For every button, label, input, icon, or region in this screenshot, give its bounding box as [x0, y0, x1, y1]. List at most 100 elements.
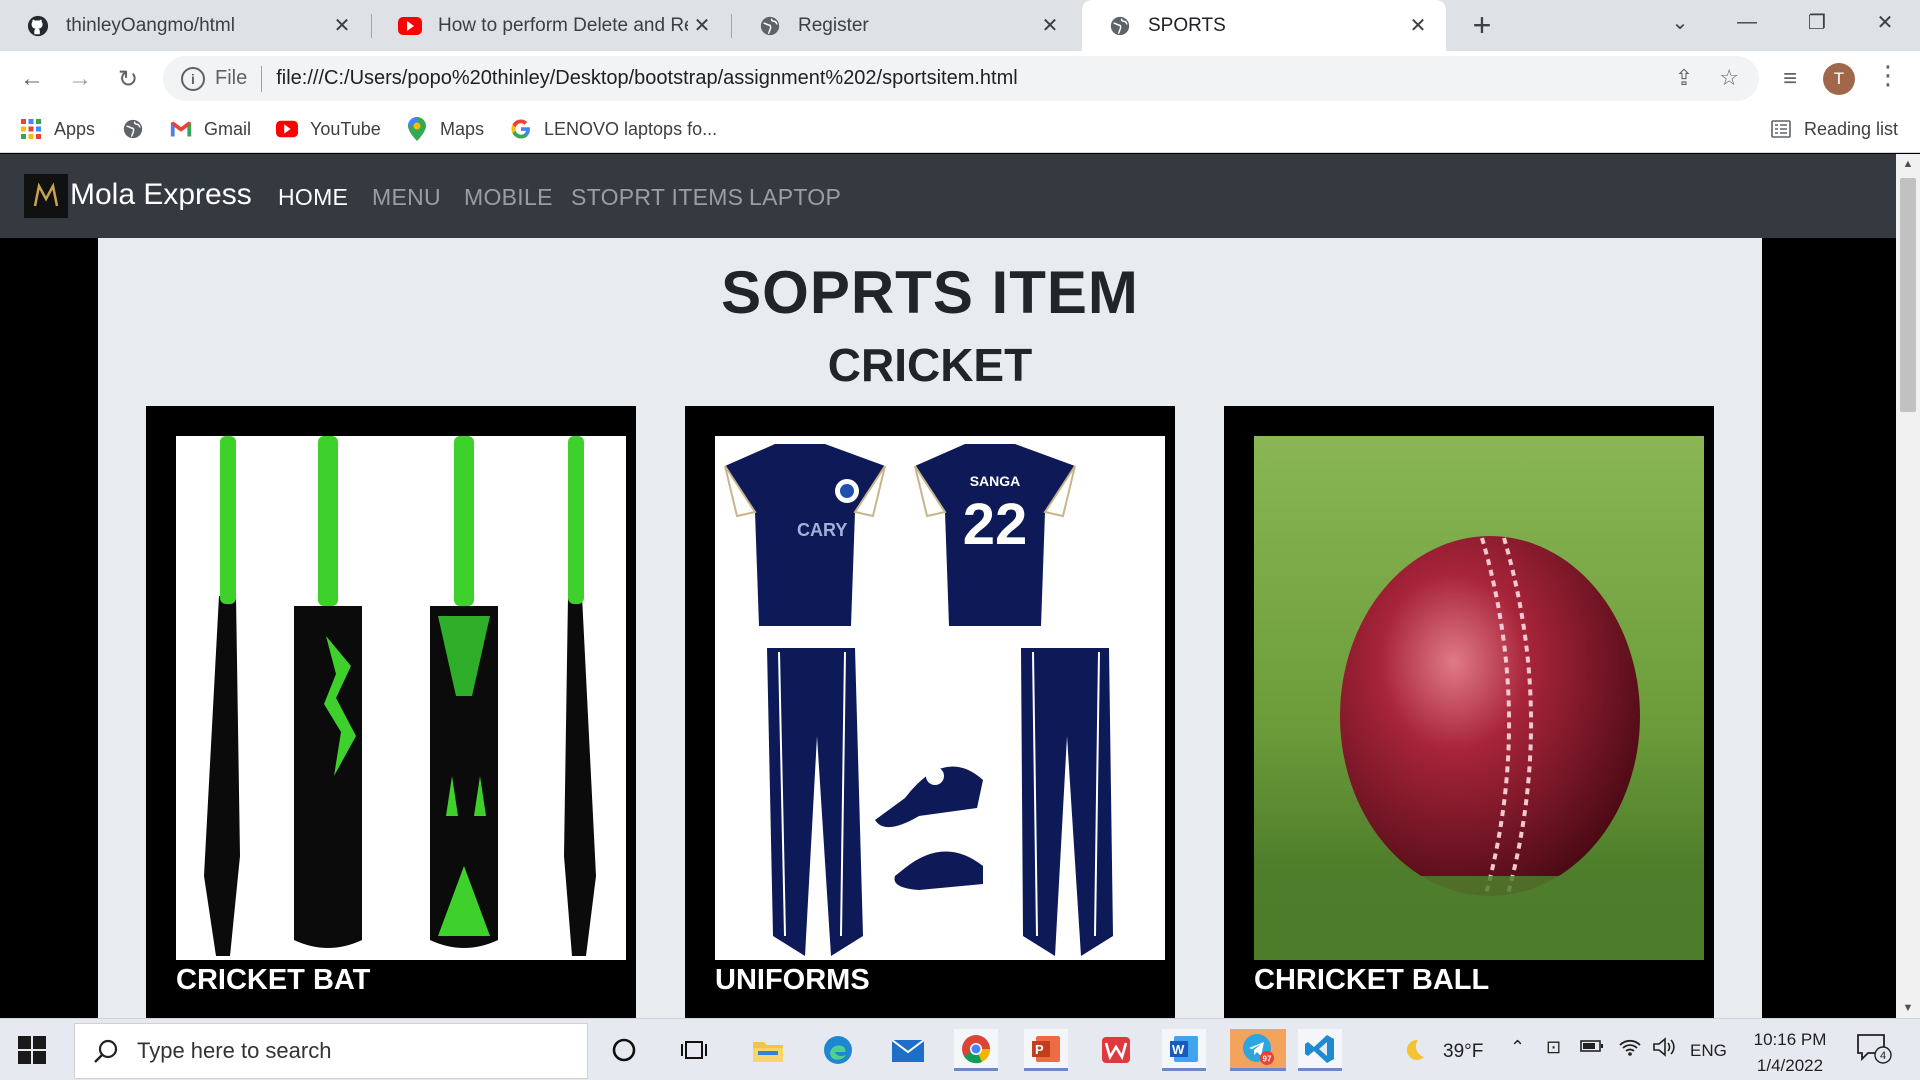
- apps-grid-icon: [20, 118, 42, 140]
- powerpoint-icon[interactable]: P: [1024, 1029, 1068, 1071]
- nav-home[interactable]: HOME: [278, 184, 348, 211]
- scroll-up-arrow-icon[interactable]: ▲: [1896, 154, 1920, 174]
- close-window-button[interactable]: ✕: [1850, 0, 1920, 44]
- tab-strip: thinleyOangmo/html ✕ How to perform Dele…: [0, 0, 1920, 51]
- content-jumbotron: SOPRTS ITEM CRICKET CRICKET BAT CARY SAN…: [98, 238, 1762, 1018]
- nav-menu[interactable]: MENU: [372, 184, 441, 211]
- bookmark-label: YouTube: [310, 118, 381, 139]
- bookmark-lenovo[interactable]: LENOVO laptops fo...: [510, 115, 717, 143]
- new-tab-button[interactable]: +: [1464, 7, 1500, 43]
- tab-title: How to perform Delete and Rem: [438, 14, 688, 36]
- bookmark-gmail[interactable]: Gmail: [170, 115, 251, 143]
- bookmarks-bar: Apps Gmail YouTube Maps LENOVO laptops f…: [0, 105, 1920, 153]
- volume-icon[interactable]: [1652, 1037, 1676, 1062]
- reading-list-label: Reading list: [1804, 118, 1899, 139]
- edge-icon[interactable]: [816, 1029, 860, 1071]
- nav-laptop[interactable]: LAPTOP: [749, 184, 841, 211]
- chrome-icon[interactable]: [954, 1029, 998, 1071]
- jersey-name: SANGA: [970, 473, 1021, 489]
- scroll-thumb[interactable]: [1900, 178, 1916, 412]
- address-bar[interactable]: i File file:///C:/Users/popo%20thinley/D…: [163, 56, 1759, 101]
- notifications-icon[interactable]: 4: [1856, 1033, 1892, 1070]
- bookmark-label: Gmail: [204, 118, 252, 139]
- battery-icon[interactable]: [1580, 1037, 1604, 1058]
- tab-register[interactable]: Register ✕: [732, 0, 1078, 51]
- weather-temperature[interactable]: 39°F: [1443, 1041, 1483, 1063]
- windows-start-icon[interactable]: [18, 1036, 46, 1064]
- card-caption: CRICKET BAT: [176, 964, 371, 996]
- bookmark-label: Maps: [440, 118, 485, 139]
- url-text[interactable]: file:///C:/Users/popo%20thinley/Desktop/…: [276, 67, 1017, 90]
- globe-icon: [1108, 14, 1132, 38]
- minimize-button[interactable]: —: [1712, 0, 1782, 44]
- file-explorer-icon[interactable]: [746, 1029, 790, 1071]
- bookmark-label: LENOVO laptops fo...: [544, 118, 718, 139]
- page-viewport: Mola Express HOME MENU MOBILE STOPRT ITE…: [0, 154, 1896, 1018]
- page-scrollbar[interactable]: ▲ ▼: [1896, 154, 1920, 1018]
- tab-title: thinleyOangmo/html: [66, 14, 235, 36]
- tab-title: Register: [798, 14, 869, 36]
- bookmark-globe[interactable]: [122, 115, 156, 143]
- tab-github[interactable]: thinleyOangmo/html ✕: [0, 0, 370, 51]
- browser-toolbar: ← → ↻ i File file:///C:/Users/popo%20thi…: [0, 51, 1920, 105]
- svg-text:W: W: [1172, 1042, 1185, 1057]
- close-icon[interactable]: ✕: [1036, 12, 1064, 40]
- nav-mobile[interactable]: MOBILE: [464, 184, 553, 211]
- reading-list[interactable]: Reading list: [1770, 115, 1898, 143]
- telegram-icon[interactable]: 97: [1230, 1029, 1286, 1071]
- back-icon[interactable]: ←: [14, 61, 50, 97]
- telegram-badge: 97: [1263, 1054, 1272, 1063]
- brand-logo[interactable]: [24, 174, 68, 218]
- show-hidden-icons-chevron-icon[interactable]: ⌃: [1510, 1037, 1525, 1058]
- clock-date: 1/4/2022: [1756, 1056, 1824, 1075]
- product-card-bat[interactable]: CRICKET BAT: [146, 406, 636, 1018]
- globe-icon: [122, 118, 144, 140]
- star-icon[interactable]: ☆: [1719, 65, 1739, 91]
- clock-time: 10:16 PM: [1753, 1030, 1827, 1049]
- scroll-down-arrow-icon[interactable]: ▼: [1896, 998, 1920, 1018]
- cricket-uniform-image: CARY SANGA 22: [715, 436, 1165, 960]
- bookmark-youtube[interactable]: YouTube: [276, 115, 381, 143]
- github-icon: [26, 14, 50, 38]
- notification-count: 4: [1880, 1050, 1886, 1062]
- product-card-uniforms[interactable]: CARY SANGA 22 UNIFORMS: [685, 406, 1175, 1018]
- kebab-menu-icon[interactable]: ⋮: [1875, 60, 1901, 91]
- share-icon[interactable]: ⇪: [1675, 65, 1693, 91]
- weather-moon-icon[interactable]: [1400, 1037, 1426, 1068]
- mail-icon[interactable]: [886, 1029, 930, 1071]
- language-indicator[interactable]: ENG: [1690, 1041, 1727, 1061]
- forward-icon[interactable]: →: [62, 61, 98, 97]
- tab-search-icon[interactable]: ⌄: [1645, 0, 1715, 44]
- tab-title: SPORTS: [1148, 14, 1226, 36]
- onedrive-meet-icon[interactable]: ⊡: [1546, 1037, 1561, 1058]
- wps-writer-icon[interactable]: [1094, 1029, 1138, 1071]
- site-navbar: Mola Express HOME MENU MOBILE STOPRT ITE…: [0, 154, 1896, 238]
- vscode-icon[interactable]: [1298, 1029, 1342, 1071]
- close-icon[interactable]: ✕: [328, 12, 356, 40]
- system-clock[interactable]: 10:16 PM 1/4/2022: [1740, 1027, 1840, 1079]
- tab-youtube[interactable]: How to perform Delete and Rem ✕: [372, 0, 730, 51]
- brand-name[interactable]: Mola Express: [70, 178, 252, 212]
- product-card-ball[interactable]: CHRICKET BALL: [1224, 406, 1714, 1018]
- tab-sports[interactable]: SPORTS ✕: [1082, 0, 1446, 51]
- taskbar-search[interactable]: Type here to search: [74, 1023, 588, 1079]
- reload-icon[interactable]: ↻: [110, 61, 146, 97]
- wifi-icon[interactable]: [1618, 1037, 1642, 1062]
- close-icon[interactable]: ✕: [1404, 12, 1432, 40]
- task-view-icon[interactable]: [672, 1029, 716, 1071]
- bookmark-apps[interactable]: Apps: [20, 115, 95, 143]
- close-icon[interactable]: ✕: [688, 12, 716, 40]
- media-control-icon[interactable]: ≡: [1772, 61, 1808, 97]
- card-caption: CHRICKET BALL: [1254, 964, 1490, 996]
- cortana-icon[interactable]: [602, 1029, 646, 1071]
- bookmark-maps[interactable]: Maps: [406, 115, 484, 143]
- windows-taskbar: Type here to search P W 97 39°F ⌃ ⊡ ENG …: [0, 1018, 1920, 1080]
- avatar[interactable]: T: [1823, 63, 1855, 95]
- maps-icon: [406, 117, 428, 141]
- omnibox-divider: [261, 65, 263, 92]
- info-icon[interactable]: i: [181, 66, 205, 91]
- word-icon[interactable]: W: [1162, 1029, 1206, 1071]
- youtube-icon: [398, 14, 422, 38]
- nav-sport-items[interactable]: STOPRT ITEMS: [571, 184, 743, 211]
- restore-button[interactable]: ❐: [1782, 0, 1852, 44]
